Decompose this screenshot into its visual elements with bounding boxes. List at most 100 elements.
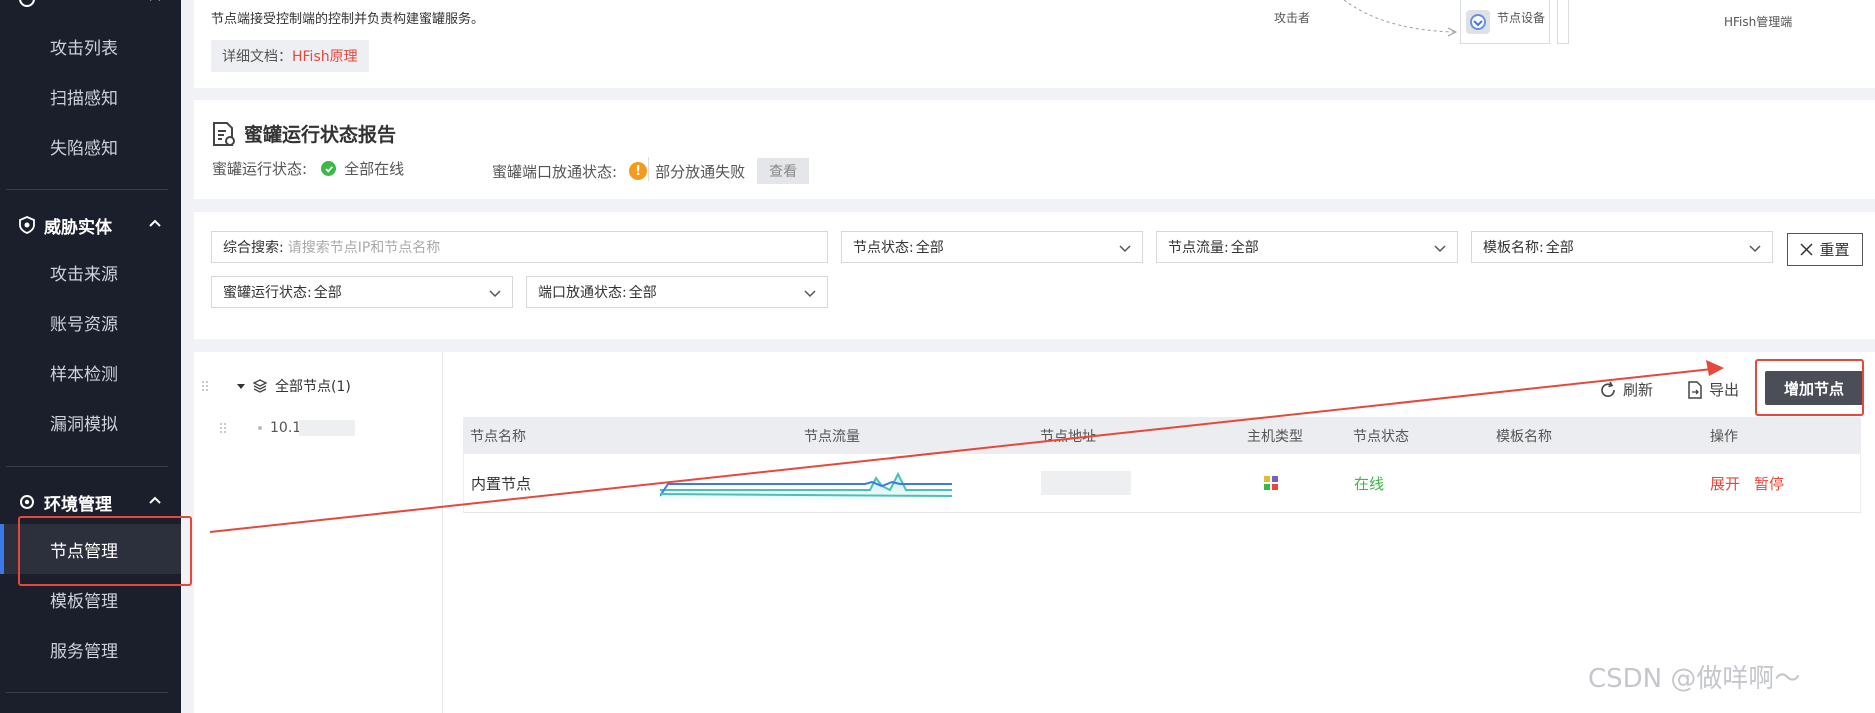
port-status-value: 全部: [628, 285, 657, 301]
port-status-label: 端口放通状态:: [538, 285, 627, 301]
template-value: 全部: [1545, 240, 1574, 256]
view-button[interactable]: 查看: [757, 158, 810, 184]
col-header-host-type: 主机类型: [1247, 428, 1303, 445]
diagram-bracket: [1557, 0, 1569, 44]
sidebar-item-scan-perception[interactable]: 扫描感知: [0, 71, 181, 121]
sidebar-group-label: 威胁实体: [44, 217, 112, 238]
node-device-label: 节点设备: [1497, 11, 1546, 25]
tree-root-node[interactable]: 全部节点(1): [236, 376, 351, 396]
search-placeholder: 请搜索节点IP和节点名称: [287, 240, 441, 256]
highlight-frame-sidebar: [18, 516, 192, 586]
run-status-value: 全部在线: [344, 160, 405, 178]
reset-label: 重置: [1819, 241, 1850, 259]
warning-icon: !: [629, 162, 648, 180]
attacker-label: 攻击者: [1274, 11, 1311, 25]
settings-icon: [18, 493, 36, 511]
intro-text: 节点端接受控制端的控制并负责构建蜜罐服务。: [211, 12, 485, 27]
redacted-address: [1041, 471, 1131, 495]
sidebar-item-service-management[interactable]: 服务管理: [0, 624, 181, 674]
node-flow-select[interactable]: 节点流量: 全部: [1156, 231, 1458, 263]
honeypot-status-select[interactable]: 蜜罐运行状态: 全部: [211, 276, 513, 308]
col-header-template: 模板名称: [1496, 428, 1552, 445]
chevron-up-icon: [150, 0, 160, 1]
search-field[interactable]: 综合搜索: 请搜索节点IP和节点名称: [211, 231, 828, 263]
node-name: 内置节点: [471, 475, 532, 493]
port-status-value: 部分放通失败: [655, 162, 746, 181]
watermark-text: CSDN @做咩啊～: [1588, 664, 1801, 694]
chevron-down-icon: [1749, 245, 1761, 253]
reset-button[interactable]: 重置: [1787, 233, 1863, 266]
file-export-icon: [1688, 380, 1702, 399]
sidebar-divider: [6, 189, 168, 190]
table-row: 内置节点 在线 展开 暂停: [463, 454, 1861, 513]
shield-icon: [18, 216, 36, 234]
col-header-name: 节点名称: [470, 428, 526, 445]
template-select[interactable]: 模板名称: 全部: [1471, 231, 1773, 263]
bullet-icon: [258, 426, 262, 430]
refresh-label: 刷新: [1623, 381, 1654, 399]
port-status-label: 蜜罐端口放通状态:: [492, 162, 618, 181]
sidebar-item-compromise-perception[interactable]: 失陷感知: [0, 121, 181, 171]
pause-link[interactable]: 暂停: [1754, 473, 1784, 494]
export-button[interactable]: 导出: [1687, 379, 1739, 400]
chevron-down-icon: [1119, 245, 1131, 253]
doc-label: 详细文档：: [222, 49, 292, 65]
layers-icon: [252, 379, 268, 393]
table-header: 节点名称 节点流量 节点地址 主机类型 节点状态 模板名称 操作: [463, 417, 1861, 454]
sidebar-group-threat-entity[interactable]: 威胁实体: [0, 202, 181, 248]
run-status-label: 蜜罐运行状态:: [212, 160, 308, 178]
node-status-value: 全部: [915, 240, 944, 256]
col-header-flow: 节点流量: [804, 428, 860, 445]
chevron-down-icon: [489, 290, 501, 298]
honeypot-status-label: 蜜罐运行状态:: [223, 285, 312, 301]
refresh-button[interactable]: 刷新: [1599, 379, 1653, 400]
node-status-label: 节点状态:: [853, 240, 914, 256]
tree-child-node[interactable]: 10.1: [258, 420, 356, 436]
sidebar-group-threat-perception[interactable]: [0, 0, 181, 22]
sidebar-item-vuln-simulation[interactable]: 漏洞模拟: [0, 397, 181, 447]
node-status-select[interactable]: 节点状态: 全部: [841, 231, 1143, 263]
intro-card: 节点端接受控制端的控制并负责构建蜜罐服务。 详细文档：HFish原理 攻击者 节…: [194, 0, 1875, 88]
port-status: 蜜罐端口放通状态: ! 部分放通失败 查看: [492, 158, 810, 184]
node-device-box: 节点设备: [1460, 0, 1550, 44]
node-device-icon: [1466, 10, 1490, 34]
sidebar-item-sample-detection[interactable]: 样本检测: [0, 347, 181, 397]
report-icon: [213, 121, 235, 146]
template-label: 模板名称:: [1483, 240, 1544, 256]
sidebar-item-attack-list[interactable]: 攻击列表: [0, 21, 181, 71]
radar-icon: [18, 0, 36, 8]
caret-down-icon[interactable]: [236, 381, 246, 391]
drag-handle-icon[interactable]: [219, 422, 227, 434]
export-label: 导出: [1709, 381, 1740, 399]
tree-child-label: 10.1: [270, 420, 302, 436]
col-header-actions: 操作: [1710, 428, 1738, 445]
sidebar-divider: [6, 692, 168, 693]
chevron-up-icon: [149, 496, 161, 504]
linux-host-icon: [1264, 476, 1278, 490]
chevron-down-icon: [1434, 245, 1446, 253]
check-circle-icon: [321, 161, 337, 176]
expand-link[interactable]: 展开: [1710, 473, 1740, 494]
node-status: 在线: [1354, 475, 1385, 493]
refresh-icon: [1601, 381, 1615, 397]
redacted-block: [299, 420, 356, 436]
manager-label: HFish管理端: [1724, 15, 1793, 29]
port-status-select[interactable]: 端口放通状态: 全部: [526, 276, 828, 308]
drag-handle-icon[interactable]: [201, 380, 209, 392]
traffic-sparkline: [660, 471, 952, 504]
doc-link-box: 详细文档：HFish原理: [211, 40, 369, 72]
doc-link[interactable]: HFish原理: [292, 49, 358, 65]
run-status: 蜜罐运行状态: 全部在线: [212, 158, 404, 179]
close-icon: [1800, 243, 1814, 256]
status-title-text: 蜜罐运行状态报告: [244, 124, 397, 146]
search-label: 综合搜索:: [223, 240, 284, 256]
sidebar-item-attack-source[interactable]: 攻击来源: [0, 247, 181, 297]
chevron-up-icon: [149, 219, 161, 227]
sidebar: 攻击列表 扫描感知 失陷感知 威胁实体 攻击来源 账号资源 样本检测 漏洞模拟 …: [0, 0, 181, 713]
chevron-down-icon: [804, 290, 816, 298]
sidebar-item-account-resource[interactable]: 账号资源: [0, 297, 181, 347]
col-header-address: 节点地址: [1040, 428, 1096, 445]
node-flow-label: 节点流量:: [1168, 240, 1229, 256]
honeypot-status-value: 全部: [313, 285, 342, 301]
sidebar-divider: [6, 466, 168, 467]
